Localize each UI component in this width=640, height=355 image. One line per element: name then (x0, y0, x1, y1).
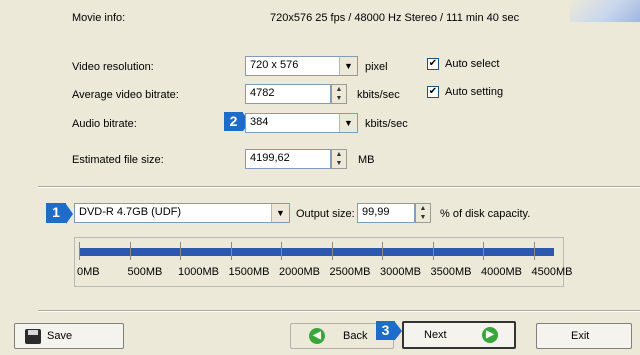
movie-info-label: Movie info: (72, 12, 126, 24)
step-badge-3: 3 (376, 321, 395, 340)
audio-bitrate-value: 384 (250, 116, 269, 128)
chevron-down-icon[interactable]: ▼ (339, 57, 357, 75)
scale-tick (230, 242, 232, 260)
badge-pointer-icon (395, 322, 402, 340)
auto-select-checkbox[interactable]: ✔ (427, 58, 439, 70)
badge-pointer-icon (66, 204, 73, 224)
divider (38, 186, 640, 188)
scale-label: 4000MB (481, 266, 522, 278)
scale-label: 500MB (127, 266, 163, 278)
scale-tick (382, 242, 383, 260)
audio-bitrate-unit: kbits/sec (365, 118, 408, 130)
estimated-file-size-spinner[interactable]: ▲ ▼ (331, 149, 347, 169)
video-resolution-label: Video resolution: (72, 61, 154, 73)
output-size-input[interactable]: 99,99 (357, 203, 415, 223)
spin-down-icon[interactable]: ▼ (416, 213, 430, 222)
scale-label: 3500MB (430, 266, 472, 278)
auto-setting-label: Auto setting (445, 86, 504, 98)
audio-bitrate-select[interactable]: 384 ▼ (245, 113, 358, 133)
scale-label: 0MB (77, 266, 100, 278)
estimated-file-size-input[interactable]: 4199,62 (245, 149, 331, 169)
audio-bitrate-label: Audio bitrate: (72, 118, 137, 130)
step-badge-2: 2 (224, 112, 243, 131)
scale-tick (432, 242, 434, 260)
scale-label: 1000MB (178, 266, 219, 278)
auto-select-label: Auto select (445, 58, 500, 70)
scale-tick (281, 242, 282, 260)
scale-label: 4500MB (531, 266, 573, 278)
exit-button[interactable]: Exit (536, 323, 632, 349)
auto-setting-checkbox[interactable]: ✔ (427, 86, 439, 98)
spin-up-icon[interactable]: ▲ (416, 204, 430, 213)
spin-up-icon[interactable]: ▲ (332, 85, 346, 94)
encoder-settings-panel: Movie info: 720x576 25 fps / 48000 Hz St… (14, 0, 640, 355)
average-video-bitrate-spinner[interactable]: ▲ ▼ (331, 84, 347, 104)
disc-type-value: DVD-R 4.7GB (UDF) (79, 206, 182, 218)
disc-usage-bar: 0MB 500MB 1000MB 1500MB 2000MB 2500MB 3000MB 35… (74, 237, 572, 287)
average-video-bitrate-unit: kbits/sec (357, 89, 400, 101)
scale-tick (533, 242, 535, 260)
estimated-file-size-label: Estimated file size: (72, 154, 164, 166)
scale-tick (331, 242, 333, 260)
video-resolution-unit: pixel (365, 61, 388, 73)
scale-tick (483, 242, 484, 260)
next-button[interactable]: Next ▶ (402, 321, 516, 349)
average-video-bitrate-label: Average video bitrate: (72, 89, 179, 101)
scale-tick (180, 242, 181, 260)
scale-label: 2500MB (329, 266, 371, 278)
spin-down-icon[interactable]: ▼ (332, 159, 346, 168)
video-resolution-value: 720 x 576 (250, 59, 299, 71)
floppy-disk-icon (25, 329, 41, 344)
chevron-down-icon[interactable]: ▼ (339, 114, 357, 132)
divider (38, 310, 640, 312)
scale-label: 3000MB (380, 266, 421, 278)
video-resolution-select[interactable]: 720 x 576 ▼ (245, 56, 358, 76)
spin-down-icon[interactable]: ▼ (332, 94, 346, 103)
scale-label: 2000MB (279, 266, 320, 278)
estimated-file-size-unit: MB (358, 154, 375, 166)
scale-tick (79, 242, 80, 260)
output-size-unit: % of disk capacity. (440, 208, 531, 220)
movie-info-value: 720x576 25 fps / 48000 Hz Stereo / 111 m… (270, 12, 520, 24)
spin-up-icon[interactable]: ▲ (332, 150, 346, 159)
scale-tick (129, 242, 131, 260)
next-arrow-icon: ▶ (482, 327, 498, 343)
corner-decoration (570, 0, 640, 22)
scale-label: 1500MB (228, 266, 270, 278)
step-badge-1: 1 (46, 203, 66, 223)
back-button-label: Back (343, 330, 368, 342)
save-button-label: Save (47, 330, 73, 342)
output-size-spinner[interactable]: ▲ ▼ (415, 203, 431, 223)
average-video-bitrate-input[interactable]: 4782 (245, 84, 331, 104)
exit-button-label: Exit (571, 330, 590, 342)
chevron-down-icon[interactable]: ▼ (271, 204, 289, 222)
output-size-label: Output size: (296, 208, 355, 220)
save-button[interactable]: Save (14, 323, 124, 349)
disc-type-select[interactable]: DVD-R 4.7GB (UDF) ▼ (74, 203, 290, 223)
next-button-label: Next (424, 329, 447, 341)
back-arrow-icon: ◀ (309, 328, 325, 344)
